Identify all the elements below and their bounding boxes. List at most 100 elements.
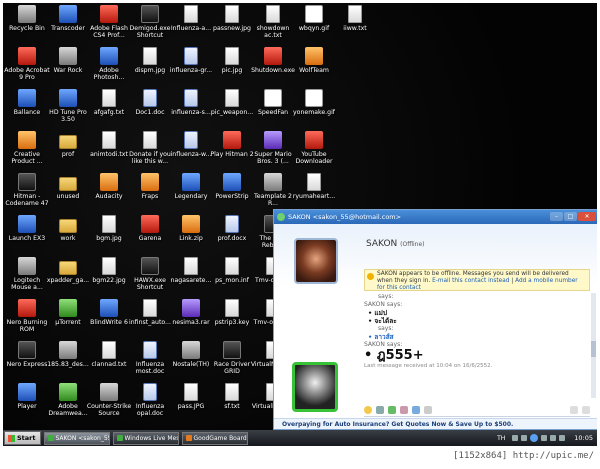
youtube-icon <box>305 131 323 149</box>
sender-line: SAKON says: <box>364 301 403 308</box>
language-indicator[interactable]: TH <box>497 435 505 442</box>
gif-file-icon <box>305 89 323 107</box>
desktop-icon-label: ryumaheart... <box>292 193 336 200</box>
game-icon <box>18 173 36 191</box>
text-file-icon <box>102 131 116 149</box>
app-icon <box>223 173 241 191</box>
window-controls: – □ ✕ <box>550 212 596 221</box>
contact-display-picture[interactable] <box>294 238 338 284</box>
conversation-body: SAKON (Offline) SAKON appears to be offl… <box>274 224 597 429</box>
desktop-icon[interactable]: yonemake.gif <box>290 89 338 116</box>
acrobat-icon <box>18 47 36 65</box>
last-message-timestamp: Last message received at 10:04 on 16/6/2… <box>364 363 493 369</box>
text-file-icon <box>348 5 362 23</box>
minimize-button[interactable]: – <box>550 212 563 221</box>
clock[interactable]: 10:05 <box>574 434 593 442</box>
start-label: Start <box>17 434 36 442</box>
screenshot-frame: Recycle Bin Transcoder Adobe Flash CS4 Pro… <box>0 0 600 469</box>
messenger-conversation-window[interactable]: SAKON <sakon_55@hotmail.com> – □ ✕ SAKON… <box>273 209 597 430</box>
game-icon <box>264 131 282 149</box>
media-play-icon[interactable] <box>530 434 539 442</box>
sender-line: says: <box>378 325 394 332</box>
folder-icon <box>59 261 77 275</box>
desktop-icon-label: iiww.txt <box>343 25 367 32</box>
message-text-large: • ฎ555+ <box>364 348 424 363</box>
audacity-icon <box>100 173 118 191</box>
offline-warning-bar: SAKON appears to be offline. Messages yo… <box>364 269 590 291</box>
image-file-icon <box>102 215 116 233</box>
compose-toolbar <box>364 404 590 416</box>
email-contact-link[interactable]: E-mail this contact instead <box>432 278 509 284</box>
image-file-icon <box>225 5 239 23</box>
game-icon <box>59 47 77 65</box>
voice-clip-icon[interactable] <box>412 406 420 414</box>
tray-icon[interactable] <box>541 435 548 441</box>
document-icon <box>184 89 198 107</box>
window-icon <box>47 435 54 441</box>
folder-icon <box>59 135 77 149</box>
volume-icon[interactable] <box>550 435 557 441</box>
taskbar-button-label: SAKON <sakon_55@h... <box>55 434 109 442</box>
folder-icon <box>59 177 77 191</box>
app-icon <box>59 89 77 107</box>
start-button[interactable]: Start <box>4 431 41 445</box>
taskbar: Start SAKON <sakon_55@h... Windows Live M… <box>3 430 597 446</box>
file-icon <box>184 5 198 23</box>
message-text: • ลาวส์ส <box>368 333 394 341</box>
word-document-icon <box>143 383 157 401</box>
emoticon-icon[interactable] <box>364 406 372 414</box>
desktop-icon[interactable]: WolfTeam <box>290 47 338 74</box>
system-tray: TH 10:05 <box>497 431 597 445</box>
background-icon[interactable] <box>400 406 408 414</box>
taskbar-window-button[interactable]: Windows Live Messenger <box>112 431 179 445</box>
font-icon[interactable] <box>424 406 432 414</box>
contact-name: SAKON <box>366 239 398 249</box>
ad-banner[interactable]: Overpaying for Auto Insurance? Get Quote… <box>274 418 597 429</box>
document-icon <box>184 131 198 149</box>
sender-line: says: <box>378 293 394 300</box>
wink-icon[interactable] <box>376 406 384 414</box>
windows-flag-icon <box>8 434 15 442</box>
garena-icon <box>141 215 159 233</box>
shutdown-icon <box>264 47 282 65</box>
text-file-icon <box>184 257 198 275</box>
network-icon[interactable] <box>559 435 566 441</box>
fraps-icon <box>141 173 159 191</box>
taskbar-window-button[interactable]: SAKON <sakon_55@h... <box>43 431 110 445</box>
taskbar-button-label: Windows Live Messenger <box>124 434 178 442</box>
warning-icon <box>367 273 374 280</box>
game-icon <box>182 173 200 191</box>
taskbar-button-label: GoodGame Board :: Spec... <box>193 434 247 442</box>
window-titlebar[interactable]: SAKON <sakon_55@hotmail.com> – □ ✕ <box>274 210 597 224</box>
app-icon <box>100 299 118 317</box>
tray-icon[interactable] <box>512 435 519 441</box>
desktop-icon-label: yonemake.gif <box>293 109 335 116</box>
tray-icon[interactable] <box>521 435 528 441</box>
taskbar-window-button[interactable]: GoodGame Board :: Spec... <box>181 431 248 445</box>
conversation-history[interactable]: says: SAKON says: • แม่ป • จะได้ละ says:… <box>364 293 584 398</box>
text-file-icon <box>225 383 239 401</box>
photoshop-icon <box>100 47 118 65</box>
close-button[interactable]: ✕ <box>578 212 596 221</box>
file-icon <box>143 299 157 317</box>
scrollbar-thumb[interactable] <box>591 341 596 357</box>
desktop-icon[interactable]: iiww.txt <box>331 5 379 32</box>
text-mode-icon[interactable] <box>582 406 590 414</box>
recycle-bin-icon <box>18 5 36 23</box>
installer-icon <box>59 341 77 359</box>
handwriting-icon[interactable] <box>570 406 578 414</box>
image-caption: [1152x864] http://upic.me/ <box>453 451 594 461</box>
nudge-icon[interactable] <box>388 406 396 414</box>
my-display-picture[interactable] <box>292 362 338 412</box>
conversation-scrollbar[interactable] <box>591 293 596 398</box>
maximize-button[interactable]: □ <box>564 212 577 221</box>
player-icon <box>18 383 36 401</box>
desktop-icon[interactable]: ryumaheart... <box>290 173 338 200</box>
desktop: Recycle Bin Transcoder Adobe Flash CS4 Pro… <box>3 3 597 430</box>
contact-status: (Offline) <box>400 241 425 248</box>
zip-icon <box>182 215 200 233</box>
game-icon <box>100 383 118 401</box>
app-icon <box>18 215 36 233</box>
app-icon <box>264 173 282 191</box>
desktop-icon[interactable]: YouTube Downloader <box>290 131 338 165</box>
